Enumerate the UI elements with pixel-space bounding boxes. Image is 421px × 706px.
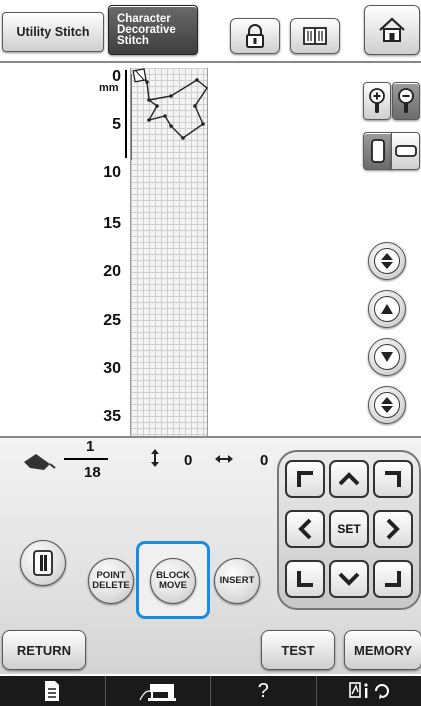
block-move-button[interactable]: BLOCK MOVE [150,558,196,604]
direction-pad: SET [277,450,421,610]
pattern-info-icon [348,682,389,699]
memory-button[interactable]: MEMORY [344,630,421,670]
return-button[interactable]: RETURN [2,630,86,670]
corner-down-left-icon [297,571,313,587]
current-point-number: 1 [86,438,95,455]
horizontal-offset-value: 0 [260,452,269,469]
horizontal-frame-icon [394,145,417,157]
pattern-info-button[interactable] [315,676,421,706]
ruler-axis [125,70,127,158]
tab-utility-label: Utility Stitch [16,25,90,39]
insert-button[interactable]: INSERT [214,558,260,604]
view-horizontal-button[interactable] [391,132,420,170]
test-button[interactable]: TEST [261,630,335,670]
ruler-label-20: 20 [103,263,121,280]
ruler-label-5: 5 [112,116,121,133]
set-label: SET [337,522,361,536]
move-right-button[interactable] [373,510,413,548]
tab-character-label-2: Decorative [117,23,176,36]
zoom-in-icon [369,88,385,113]
test-label: TEST [281,642,315,658]
move-up-button[interactable] [329,460,369,498]
insert-label: INSERT [219,575,255,586]
machine-help-button[interactable] [104,676,211,706]
tab-utility-stitch[interactable]: Utility Stitch [2,12,104,52]
home-button[interactable] [364,5,420,55]
home-icon [379,17,405,42]
sewing-machine-icon [139,684,176,701]
corner-up-right-icon [385,471,401,487]
chevron-right-icon [386,518,400,540]
ruler-label-35: 35 [103,408,121,425]
arrow-up-icon [381,304,393,314]
chevron-down-icon [338,572,360,586]
ruler-unit: mm [99,82,119,94]
scroll-bottom-button[interactable] [368,386,406,424]
fraction-bar [64,458,108,460]
manual-button[interactable] [290,18,340,54]
header-divider [0,61,421,63]
block-move-label: BLOCK MOVE [156,570,190,591]
move-up-left-button[interactable] [285,460,325,498]
tab-character-label-3: Stitch [117,34,149,47]
scroll-up-button[interactable] [368,290,406,328]
ruler-label-30: 30 [103,360,121,377]
return-label: RETURN [16,642,72,658]
mirror-icon [33,550,53,576]
footer-bar: ? [0,676,421,706]
view-orientation-toggle[interactable] [363,132,420,170]
zoom-in-button[interactable] [363,82,391,120]
move-down-right-button[interactable] [373,560,413,598]
tab-character-label-1: Character [117,12,171,25]
arrow-down-icon [381,352,393,362]
chevron-up-icon [338,472,360,486]
ruler-label-10: 10 [103,164,121,181]
zoom-out-button[interactable] [392,82,420,120]
lock-icon [246,24,264,48]
memory-label: MEMORY [353,642,413,658]
scroll-top-button[interactable] [368,242,406,280]
help-button[interactable]: ? [210,676,316,706]
view-vertical-button[interactable] [363,132,392,170]
point-delete-label: POINT DELETE [92,570,130,591]
move-left-button[interactable] [285,510,325,548]
help-icon: ? [257,679,269,702]
point-delete-button[interactable]: POINT DELETE [88,558,134,604]
tab-character-decorative-stitch[interactable]: Character Decorative Stitch [108,5,198,55]
vertical-move-icon [151,449,159,467]
scroll-down-button[interactable] [368,338,406,376]
lock-button[interactable] [230,18,280,54]
settings-button[interactable] [0,676,105,706]
document-icon [45,681,60,701]
corner-down-right-icon [385,571,401,587]
mirror-button[interactable] [20,540,66,586]
move-down-left-button[interactable] [285,560,325,598]
needle-point-icon [24,454,56,470]
vertical-frame-icon [370,139,385,163]
double-arrow-up-icon [381,253,393,269]
move-down-button[interactable] [329,560,369,598]
ruler-label-15: 15 [103,215,121,232]
ruler-label-25: 25 [103,312,121,329]
move-up-right-button[interactable] [373,460,413,498]
set-button[interactable]: SET [329,510,369,548]
zoom-out-icon [398,88,414,113]
vertical-offset-value: 0 [184,452,193,469]
stitch-pattern [131,68,208,160]
double-arrow-down-icon [381,397,393,413]
stitch-edit-canvas[interactable] [130,68,208,436]
corner-up-left-icon [297,471,313,487]
horizontal-move-icon [215,455,233,463]
manual-icon [303,27,327,45]
chevron-left-icon [298,518,312,540]
total-point-count: 18 [84,464,101,481]
